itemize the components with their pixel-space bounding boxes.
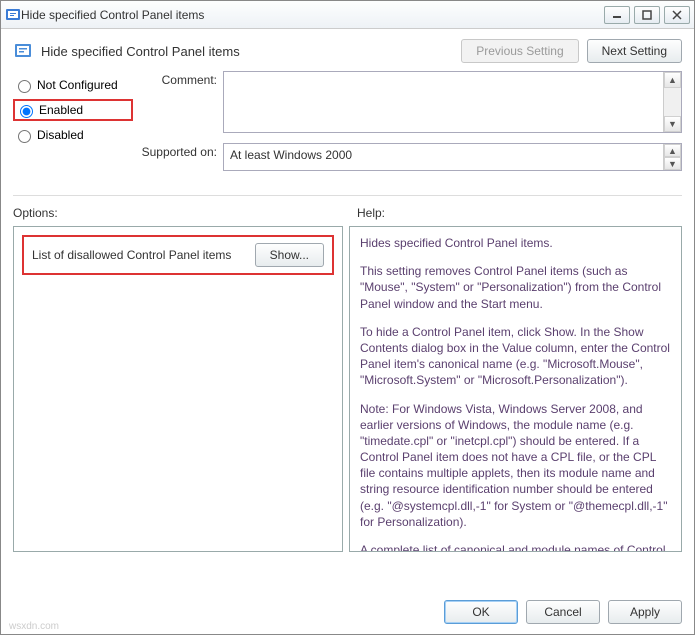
- apply-button[interactable]: Apply: [608, 600, 682, 624]
- comment-textarea[interactable]: [224, 72, 663, 132]
- policy-icon: [13, 41, 33, 61]
- radio-disabled[interactable]: Disabled: [13, 127, 133, 143]
- watermark: wsxdn.com: [9, 621, 59, 632]
- dialog-button-row: OK Cancel Apply: [444, 600, 682, 624]
- help-p4: Note: For Windows Vista, Windows Server …: [360, 401, 671, 531]
- supported-value: At least Windows 2000: [224, 144, 663, 170]
- help-label: Help:: [351, 206, 682, 220]
- scroll-up-icon[interactable]: ▲: [664, 144, 681, 157]
- comment-textarea-wrap: ▲ ▼: [223, 71, 682, 133]
- previous-setting-button[interactable]: Previous Setting: [461, 39, 578, 63]
- scroll-down-icon[interactable]: ▼: [664, 116, 681, 132]
- minimize-button[interactable]: [604, 6, 630, 24]
- supported-box: At least Windows 2000 ▲ ▼: [223, 143, 682, 171]
- radio-disabled-label: Disabled: [37, 128, 84, 142]
- header-row: Hide specified Control Panel items Previ…: [1, 29, 694, 67]
- supported-label: Supported on:: [133, 143, 223, 171]
- show-button[interactable]: Show...: [255, 243, 324, 267]
- scroll-down-icon[interactable]: ▼: [664, 157, 681, 170]
- close-icon: [672, 10, 682, 20]
- policy-title: Hide specified Control Panel items: [41, 44, 461, 59]
- help-p1: Hides specified Control Panel items.: [360, 235, 671, 251]
- radio-disabled-input[interactable]: [18, 130, 31, 143]
- app-icon: [5, 7, 21, 23]
- next-setting-button[interactable]: Next Setting: [587, 39, 682, 63]
- options-label: Options:: [13, 206, 351, 220]
- help-panel: Hides specified Control Panel items. Thi…: [349, 226, 682, 552]
- maximize-button[interactable]: [634, 6, 660, 24]
- help-p2: This setting removes Control Panel items…: [360, 263, 671, 312]
- ok-button[interactable]: OK: [444, 600, 518, 624]
- comment-scrollbar[interactable]: ▲ ▼: [663, 72, 681, 132]
- maximize-icon: [642, 10, 652, 20]
- radio-enabled-label: Enabled: [39, 103, 83, 117]
- window-title: Hide specified Control Panel items: [21, 8, 600, 22]
- options-panel: List of disallowed Control Panel items S…: [13, 226, 343, 552]
- radio-enabled-input[interactable]: [20, 105, 33, 118]
- scroll-up-icon[interactable]: ▲: [664, 72, 681, 88]
- radio-not-configured[interactable]: Not Configured: [13, 77, 133, 93]
- option-row-disallowed-list: List of disallowed Control Panel items S…: [22, 235, 334, 275]
- minimize-icon: [612, 11, 622, 19]
- supported-scrollbar[interactable]: ▲ ▼: [663, 144, 681, 170]
- radio-not-configured-label: Not Configured: [37, 78, 118, 92]
- option-label: List of disallowed Control Panel items: [32, 248, 255, 262]
- title-bar: Hide specified Control Panel items: [1, 1, 694, 29]
- radio-enabled[interactable]: Enabled: [13, 99, 133, 121]
- state-radio-group: Not Configured Enabled Disabled: [13, 71, 133, 181]
- help-p5: A complete list of canonical and module …: [360, 542, 671, 552]
- help-p3: To hide a Control Panel item, click Show…: [360, 324, 671, 389]
- close-button[interactable]: [664, 6, 690, 24]
- section-divider: [13, 195, 682, 196]
- comment-label: Comment:: [133, 71, 223, 133]
- radio-not-configured-input[interactable]: [18, 80, 31, 93]
- cancel-button[interactable]: Cancel: [526, 600, 600, 624]
